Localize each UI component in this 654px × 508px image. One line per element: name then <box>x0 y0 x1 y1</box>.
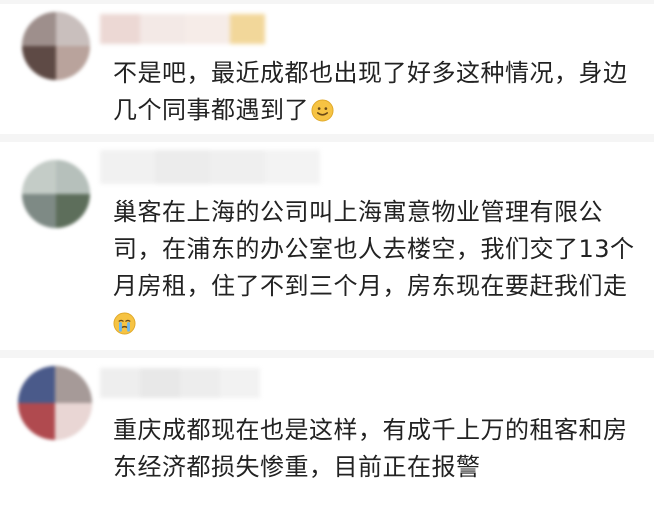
username-blurred[interactable] <box>100 14 270 44</box>
avatar-blurred[interactable] <box>22 160 90 228</box>
comment-text-content: 巢客在上海的公司叫上海寓意物业管理有限公司，在浦东的办公室也人去楼空，我们交了1… <box>113 198 635 300</box>
crying-emoji-icon <box>113 312 136 335</box>
comment-text: 重庆成都现在也是这样，有成千上万的租客和房东经济都损失惨重，目前正在报警 <box>113 412 648 486</box>
comment-text-content: 不是吧，最近成都也出现了好多这种情况，身边几个同事都遇到了 <box>113 59 628 124</box>
comment-text: 不是吧，最近成都也出现了好多这种情况，身边几个同事都遇到了 <box>113 55 648 129</box>
divider <box>0 134 654 142</box>
comment-text: 巢客在上海的公司叫上海寓意物业管理有限公司，在浦东的办公室也人去楼空，我们交了1… <box>113 194 648 342</box>
username-blurred[interactable] <box>100 150 320 184</box>
username-blurred[interactable] <box>100 368 260 398</box>
comment-2[interactable]: 巢客在上海的公司叫上海寓意物业管理有限公司，在浦东的办公室也人去楼空，我们交了1… <box>0 142 654 348</box>
avatar-blurred[interactable] <box>18 366 92 440</box>
smile-emoji-icon <box>311 99 334 122</box>
comment-3[interactable]: 重庆成都现在也是这样，有成千上万的租客和房东经济都损失惨重，目前正在报警 <box>0 358 654 508</box>
comment-text-content: 重庆成都现在也是这样，有成千上万的租客和房东经济都损失惨重，目前正在报警 <box>113 416 628 481</box>
comment-1[interactable]: 不是吧，最近成都也出现了好多这种情况，身边几个同事都遇到了 <box>0 0 654 138</box>
divider <box>0 350 654 358</box>
avatar-blurred[interactable] <box>22 12 90 80</box>
